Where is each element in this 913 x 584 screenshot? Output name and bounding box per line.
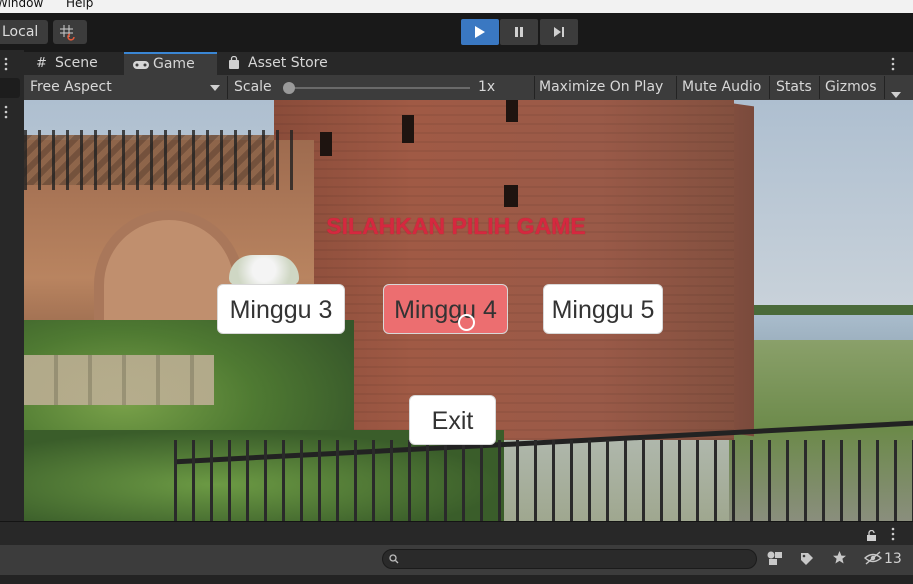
bottom-strip xyxy=(0,575,913,584)
main-toolbar xyxy=(0,13,913,50)
toolbar-divider xyxy=(884,76,885,99)
filter-type-icon[interactable] xyxy=(766,550,784,570)
toolbar-divider xyxy=(676,76,677,99)
gamepad-icon xyxy=(133,61,149,69)
game-title: SILAHKAN PILIH GAME xyxy=(326,213,586,239)
play-icon xyxy=(475,26,485,38)
grid-icon: # xyxy=(36,56,47,71)
aspect-dropdown[interactable]: Free Aspect xyxy=(30,75,226,100)
background-flowers xyxy=(229,255,299,285)
tower-window xyxy=(320,132,332,156)
toolbar-divider xyxy=(819,76,820,99)
pause-button[interactable] xyxy=(500,19,538,45)
gizmos-button[interactable]: Gizmos xyxy=(825,75,877,100)
minggu-4-button[interactable]: Minggu 4 xyxy=(383,284,508,334)
exit-button[interactable]: Exit xyxy=(409,395,496,445)
tab-asset-store-label: Asset Store xyxy=(248,55,328,71)
mute-audio-button[interactable]: Mute Audio xyxy=(682,75,761,100)
play-button[interactable] xyxy=(461,19,499,45)
grid-snap-icon xyxy=(60,25,75,41)
star-icon[interactable] xyxy=(832,550,847,569)
background-stone-wall xyxy=(24,355,214,405)
toolbar-divider xyxy=(534,76,535,99)
tower-window xyxy=(506,100,518,122)
chevron-down-icon xyxy=(210,85,220,91)
tag-icon[interactable] xyxy=(800,551,814,570)
toolbar-divider xyxy=(227,76,228,99)
bottom-panel-tabbar xyxy=(0,521,913,545)
minggu-5-button[interactable]: Minggu 5 xyxy=(543,284,663,334)
tab-game[interactable]: Game xyxy=(124,52,217,75)
step-icon xyxy=(554,27,564,37)
bottom-panel-menu-icon[interactable] xyxy=(890,526,896,545)
hidden-visibility-icon[interactable] xyxy=(863,550,883,569)
menu-window[interactable]: Window xyxy=(0,0,43,9)
tower-window xyxy=(504,185,518,207)
left-panel-menu-icon-2[interactable] xyxy=(3,104,9,123)
maximize-on-play-button[interactable]: Maximize On Play xyxy=(539,75,663,100)
search-icon xyxy=(389,554,399,564)
background-railing xyxy=(174,440,913,521)
tab-asset-store[interactable]: Asset Store xyxy=(222,52,342,75)
menu-bar: Window Help xyxy=(0,0,913,13)
toolbar-divider xyxy=(769,76,770,99)
pivot-local-button[interactable]: Local xyxy=(0,20,48,44)
tab-scene-label: Scene xyxy=(55,55,98,71)
tower-window xyxy=(402,115,414,143)
tab-menu-icon[interactable] xyxy=(890,56,896,75)
game-viewport[interactable]: SILAHKAN PILIH GAME Minggu 3 Minggu 4 Mi… xyxy=(24,100,913,521)
mouse-cursor-icon xyxy=(458,314,475,331)
bag-icon xyxy=(229,56,239,69)
tab-game-label: Game xyxy=(153,56,195,72)
tab-scene[interactable]: # Scene xyxy=(28,52,123,75)
scale-slider-handle[interactable] xyxy=(283,82,295,94)
search-input[interactable] xyxy=(382,549,757,569)
menu-help[interactable]: Help xyxy=(66,0,93,9)
scale-slider-track[interactable] xyxy=(285,87,470,89)
left-panel-field[interactable] xyxy=(0,78,20,98)
left-panel-menu-icon[interactable] xyxy=(3,56,9,75)
grid-snap-button[interactable] xyxy=(53,20,87,44)
pause-icon xyxy=(515,27,523,37)
scale-label: Scale xyxy=(234,79,272,95)
step-button[interactable] xyxy=(540,19,578,45)
scale-value: 1x xyxy=(478,79,496,95)
minggu-3-button[interactable]: Minggu 3 xyxy=(217,284,345,334)
aspect-dropdown-label: Free Aspect xyxy=(30,79,112,95)
background-left-railing xyxy=(24,130,304,190)
stats-button[interactable]: Stats xyxy=(776,75,812,100)
lock-icon[interactable] xyxy=(866,527,877,546)
hidden-count: 13 xyxy=(884,551,902,567)
